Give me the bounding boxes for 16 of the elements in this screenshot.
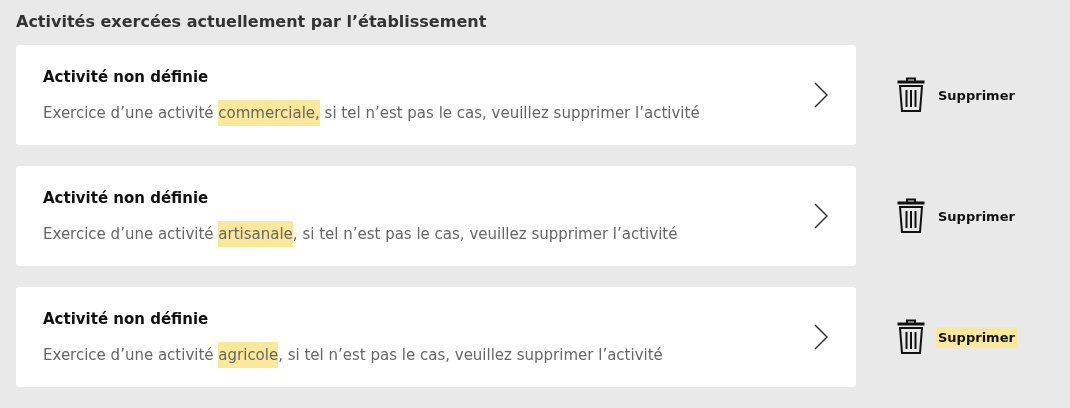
activity-title: Activité non définie — [43, 189, 210, 207]
activity-card[interactable]: Activité non définie Exercice d’une activité commerciale, si tel n’est pas le cas, veuillez supprimer l’activité — [16, 45, 856, 145]
trash-icon — [896, 77, 926, 113]
delete-button[interactable]: Supprimer — [896, 319, 1017, 355]
chevron-right-icon — [814, 324, 828, 350]
chevron-right-icon — [814, 82, 828, 108]
trash-icon — [896, 319, 926, 355]
activity-title: Activité non définie — [43, 310, 210, 328]
activity-card[interactable]: Activité non définie Exercice d’une activité artisanale, si tel n’est pas le cas, veuillez supprimer l’activité — [16, 166, 856, 266]
activity-title: Activité non définie — [43, 68, 210, 86]
delete-button[interactable]: Supprimer — [896, 198, 1017, 234]
delete-button[interactable]: Supprimer — [896, 77, 1017, 113]
trash-icon — [896, 198, 926, 234]
section-heading: Activités exercées actuellement par l’établissement — [16, 12, 488, 31]
chevron-right-icon — [814, 203, 828, 229]
activity-card[interactable]: Activité non définie Exercice d’une activité agricole, si tel n’est pas le cas, veuillez supprimer l’activité — [16, 287, 856, 387]
